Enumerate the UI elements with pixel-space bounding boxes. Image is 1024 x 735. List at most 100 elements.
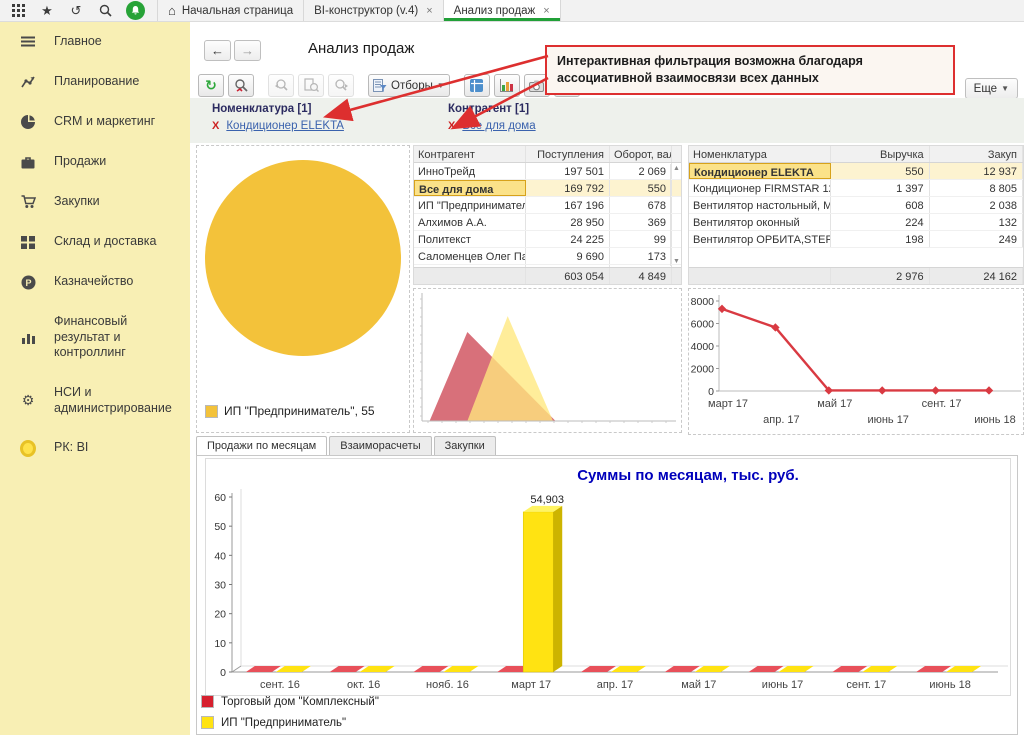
scroll-up-icon[interactable]: ▲ [673,165,680,172]
tab-settlements[interactable]: Взаиморасчеты [329,436,431,455]
table-cell[interactable]: 9 690 [526,248,610,264]
table-scrollbar[interactable]: ▲ ▼ [670,164,681,266]
sidebar-item-crm[interactable]: CRM и маркетинг [0,102,190,142]
table-cell[interactable]: 197 501 [526,163,610,179]
table-row[interactable]: Кондиционер ELEKTA55012 937 [689,163,1023,180]
sidebar-item-finance[interactable]: Финансовый результат и контроллинг [0,302,190,373]
pie-chart-panel[interactable]: ИП "Предприниматель", 55 [196,145,410,433]
more-button[interactable]: Еще ▼ [965,78,1018,99]
table-cell[interactable]: Политекст [414,231,526,247]
table-cell[interactable]: ИнноТрейд [414,163,526,179]
table-row[interactable]: Саломенцев Олег Па...9 690173 [414,248,681,265]
table-cell[interactable]: 8 805 [930,180,1023,196]
sidebar-item-bi[interactable]: РК: BI [0,428,190,468]
area-chart-panel[interactable] [413,288,682,433]
table-row[interactable]: Вентилятор настольный, Мод...6082 038 [689,197,1023,214]
find-previous-button[interactable] [268,74,294,97]
table-cell[interactable]: Алхимов А.А. [414,214,526,230]
column-header[interactable]: Выручка [831,146,929,162]
table-row[interactable]: ИнноТрейд197 5012 069 [414,163,681,180]
column-header[interactable]: Оборот, вал. [610,146,672,162]
history-icon[interactable]: ↺ [68,3,84,19]
column-header[interactable]: Номенклатура [689,146,831,162]
svg-text:сент. 17: сент. 17 [922,398,962,410]
table-cell[interactable]: 28 950 [526,214,610,230]
remove-filter-icon[interactable]: X [448,120,455,132]
table-row[interactable]: Политекст24 22599 [414,231,681,248]
table-row[interactable]: ИП "Предпринимател...167 196678 [414,197,681,214]
sidebar-item-main[interactable]: Главное [0,22,190,62]
forward-button[interactable]: → [234,40,261,61]
table-cell[interactable]: ИП "Предпринимател... [414,197,526,213]
line-chart-panel[interactable]: 02000400060008000март 17апр. 17май 17июн… [688,288,1024,435]
remove-filter-icon[interactable]: X [212,120,219,132]
table-cell[interactable]: Кондиционер FIRMSTAR 12M [689,180,831,196]
favorites-star-icon[interactable]: ★ [39,3,55,19]
table-cell[interactable]: 169 792 [526,180,610,196]
table-row[interactable]: Кондиционер FIRMSTAR 12M1 3978 805 [689,180,1023,197]
tab-bi-constructor[interactable]: BI-конструктор (v.4) × [303,0,443,21]
pie-chart[interactable] [205,160,401,356]
filter-value-link[interactable]: Все для дома [462,120,535,132]
bar-chart-box[interactable]: Суммы по месяцам, тыс. руб. 010203040506… [205,458,1011,696]
table-row[interactable]: Все для дома169 792550 [414,180,681,197]
tab-home[interactable]: ⌂ Начальная страница [157,0,303,21]
filter-value-link[interactable]: Кондиционер ELEKTA [226,120,344,132]
table-cell[interactable]: Саломенцев Олег Па... [414,248,526,264]
sidebar-item-treasury[interactable]: Р Казначейство [0,262,190,302]
sidebar-item-admin[interactable]: ⚙ НСИ и администрирование [0,373,190,428]
tab-sales-analysis[interactable]: Анализ продаж × [443,0,561,21]
table-cell[interactable]: 608 [831,197,929,213]
sidebar-item-warehouse[interactable]: Склад и доставка [0,222,190,262]
table-row[interactable]: Алхимов А.А.28 950369 [414,214,681,231]
column-header[interactable]: Поступления [526,146,610,162]
table-cell[interactable]: 132 [930,214,1023,230]
table-cell[interactable]: 173 [610,248,672,264]
notifications-bell-icon[interactable] [126,1,145,20]
sidebar-item-sales[interactable]: Продажи [0,142,190,182]
search-icon[interactable] [97,3,113,19]
sidebar-item-planning[interactable]: Планирование [0,62,190,102]
table-cell[interactable]: Вентилятор ОРБИТА,STERLI... [689,231,831,247]
table-cell[interactable]: 24 225 [526,231,610,247]
table-cell[interactable]: 99 [610,231,672,247]
close-tab-icon[interactable]: × [426,5,432,17]
sidebar-item-purchases[interactable]: Закупки [0,182,190,222]
table-cell[interactable]: 550 [610,180,672,196]
column-header[interactable]: Контрагент [414,146,526,162]
svg-text:сент. 17: сент. 17 [846,679,886,691]
table-cell[interactable]: 249 [930,231,1023,247]
tab-sales-by-month[interactable]: Продажи по месяцам [196,436,327,456]
filters-button[interactable]: Отборы ▼ [368,74,450,97]
home-icon: ⌂ [168,3,176,18]
close-tab-icon[interactable]: × [543,5,549,17]
column-header[interactable]: Закуп [930,146,1023,162]
chart-type-button[interactable] [494,74,520,97]
find-next-button[interactable] [328,74,354,97]
tab-purchases[interactable]: Закупки [434,436,496,455]
scroll-down-icon[interactable]: ▼ [673,258,680,265]
table-cell[interactable]: 550 [831,163,929,179]
find-in-list-button[interactable] [298,74,324,97]
pivot-view-button[interactable] [464,74,490,97]
table-row[interactable]: Вентилятор ОРБИТА,STERLI...198249 [689,231,1023,248]
table-cell[interactable]: 369 [610,214,672,230]
table-cell[interactable]: Кондиционер ELEKTA [689,163,831,179]
table-cell[interactable]: 167 196 [526,197,610,213]
table-cell[interactable]: 678 [610,197,672,213]
refresh-button[interactable]: ↻ [198,74,224,97]
table-cell[interactable]: Вентилятор оконный [689,214,831,230]
table-cell[interactable]: 12 937 [930,163,1023,179]
table-cell[interactable]: Все для дома [414,180,526,196]
table-cell[interactable]: 2 069 [610,163,672,179]
table-cell[interactable]: 224 [831,214,929,230]
table-cell[interactable]: Вентилятор настольный, Мод... [689,197,831,213]
table-cell[interactable]: 2 038 [930,197,1023,213]
apps-grid-icon[interactable] [10,3,26,19]
table-cell[interactable]: 1 397 [831,180,929,196]
svg-text:0: 0 [708,386,714,398]
find-button[interactable] [228,74,254,97]
back-button[interactable]: ← [204,40,231,61]
table-cell[interactable]: 198 [831,231,929,247]
table-row[interactable]: Вентилятор оконный224132 [689,214,1023,231]
